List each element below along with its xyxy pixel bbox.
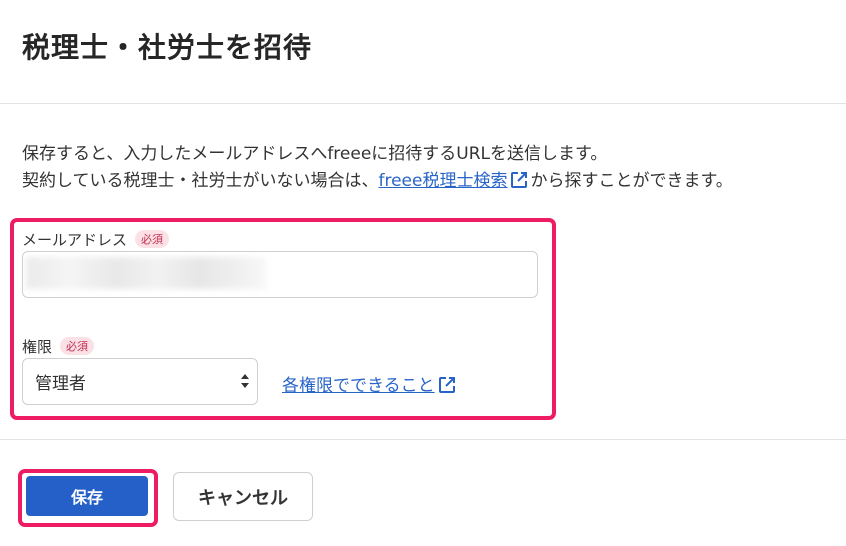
save-button[interactable]: 保存 xyxy=(26,476,148,516)
description-line-2-after: から探すことができます。 xyxy=(530,171,733,191)
role-label-text: 権限 xyxy=(22,338,53,356)
footer-divider xyxy=(0,439,846,440)
external-link-icon[interactable] xyxy=(438,376,456,399)
tax-accountant-search-link-label: freee税理士検索 xyxy=(378,171,508,191)
dialog-title: 税理士・社労士を招待 xyxy=(22,31,313,64)
email-field[interactable] xyxy=(22,251,538,298)
description-line-2-before: 契約している税理士・社労士がいない場合は、 xyxy=(22,171,379,191)
header-divider xyxy=(0,103,846,104)
email-field-label: メールアドレス 必須 xyxy=(22,229,170,250)
description: 保存すると、入力したメールアドレスへfreeeに招待するURLを送信します。 契… xyxy=(22,141,832,198)
role-select[interactable]: 管理者 xyxy=(22,358,258,405)
role-field-label: 権限 必須 xyxy=(22,336,95,357)
description-line-1: 保存すると、入力したメールアドレスへfreeeに招待するURLを送信します。 xyxy=(22,144,608,164)
external-link-icon[interactable] xyxy=(510,171,528,198)
email-label-text: メールアドレス xyxy=(22,231,128,249)
description-line-2: 契約している税理士・社労士がいない場合は、freee税理士検索 から探すことができ… xyxy=(22,168,832,198)
cancel-button[interactable]: キャンセル xyxy=(173,472,313,521)
role-permissions-link[interactable]: 各権限でできること xyxy=(282,376,435,396)
role-select-value: 管理者 xyxy=(35,374,86,394)
role-required-badge: 必須 xyxy=(60,337,95,355)
tax-accountant-search-link[interactable]: freee税理士検索 xyxy=(379,171,508,191)
email-required-badge: 必須 xyxy=(135,230,170,248)
role-permissions-link-label: 各権限でできること xyxy=(282,376,435,396)
sort-arrows-icon xyxy=(241,374,249,388)
role-help: 各権限でできること xyxy=(282,371,458,399)
